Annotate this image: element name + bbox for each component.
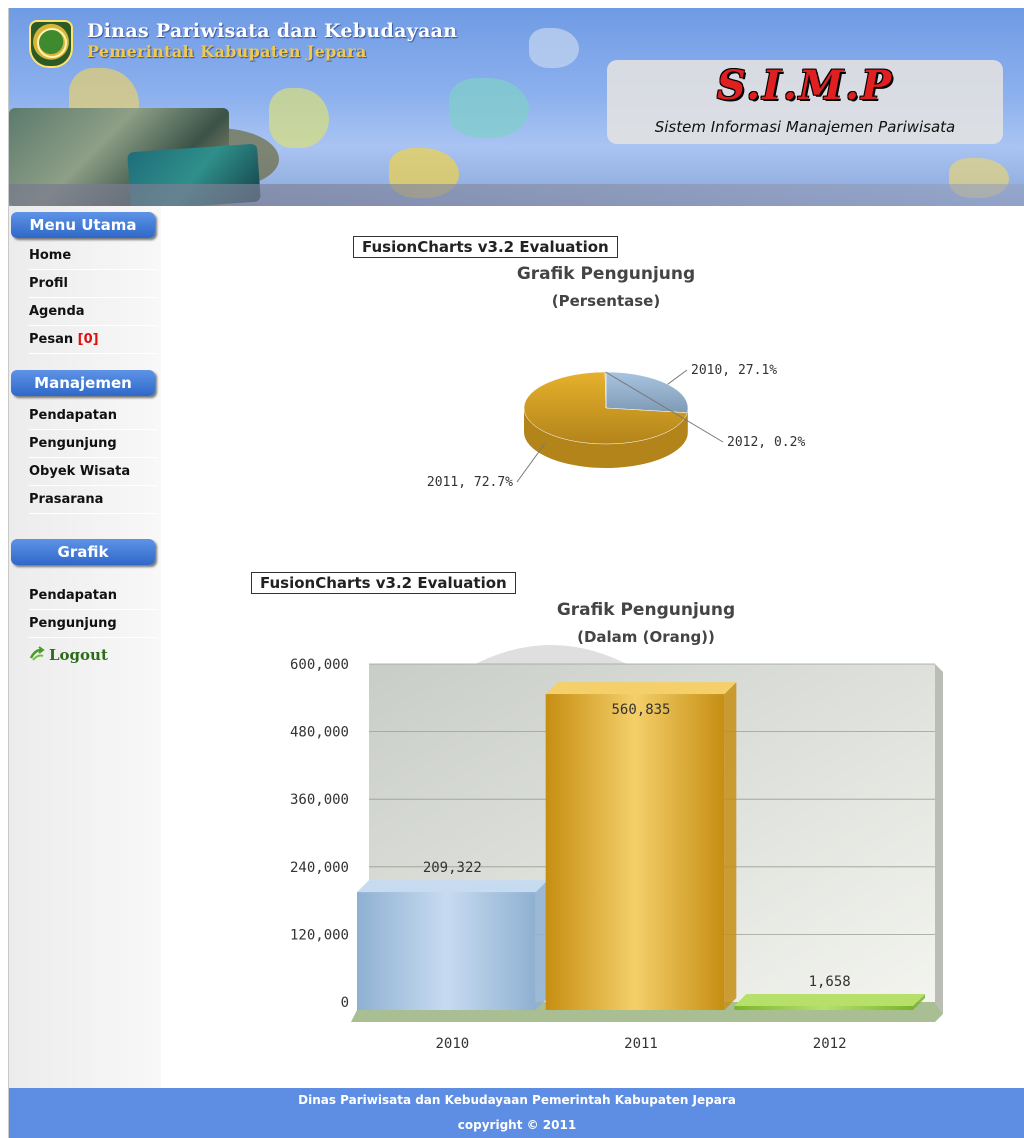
bar-eval-notice: FusionCharts v3.2 Evaluation <box>251 572 516 594</box>
message-count-badge: [0] <box>77 332 99 347</box>
bar-2010 <box>357 892 536 1010</box>
bar-value-label: 209,322 <box>423 860 482 876</box>
logout-icon <box>29 646 45 661</box>
pie-leader-2011 <box>516 443 546 483</box>
bar-chart: 0 120,000 240,000 360,000 480,000 600,000 209,… <box>290 657 943 1052</box>
bar-top-2012 <box>734 994 925 1006</box>
section-menu-utama: Menu Utama <box>11 212 155 238</box>
pie-chart-subtitle: (Persentase) <box>551 292 661 310</box>
nav-grafik-pendapatan[interactable]: Pendapatan <box>29 582 157 610</box>
footer-copyright: copyright © 2011 <box>457 1118 577 1132</box>
section-manajemen: Manajemen <box>11 370 155 396</box>
bar-2012 <box>734 1006 913 1010</box>
pie-leader-2010 <box>667 369 688 385</box>
app-title: S.I.M.P <box>716 62 894 109</box>
pie-eval-notice: FusionCharts v3.2 Evaluation <box>353 236 618 258</box>
pie-label-2012: 2012, 0.2% <box>727 435 805 450</box>
y-tick-label: 360,000 <box>290 792 349 808</box>
nav-obyek-wisata[interactable]: Obyek Wisata <box>29 458 157 486</box>
nav-pesan-label: Pesan <box>29 332 78 347</box>
nav-agenda[interactable]: Agenda <box>29 298 157 326</box>
pie-label-2010: 2010, 27.1% <box>691 363 777 378</box>
nav-prasarana[interactable]: Prasarana <box>29 486 157 514</box>
bar-value-label: 1,658 <box>809 974 851 990</box>
nav-pesan[interactable]: Pesan [0] <box>29 326 157 354</box>
pie-label-2011: 2011, 72.7% <box>427 475 513 490</box>
bar-2011 <box>545 694 725 1010</box>
bar-side-2011 <box>724 682 737 1010</box>
app-title-box: S.I.M.P Sistem Informasi Manajemen Pariw… <box>607 60 1003 144</box>
org-subname: Pemerintah Kabupaten Jepara <box>87 42 367 61</box>
y-tick-label: 240,000 <box>290 860 349 876</box>
bar-top-2011 <box>545 682 737 695</box>
footer-org: Dinas Pariwisata dan Kebudayaan Pemerint… <box>298 1093 736 1107</box>
x-tick-label: 2012 <box>813 1036 847 1052</box>
section-grafik: Grafik <box>11 539 155 565</box>
bar-chart-title: Grafik Pengunjung <box>556 600 736 620</box>
nav-manajemen-pendapatan[interactable]: Pendapatan <box>29 402 157 430</box>
pie-chart: 2010, 27.1% 2011, 72.7% 2012, 0.2% <box>427 363 806 490</box>
main-content: FusionCharts v3.2 Evaluation Grafik Peng… <box>161 206 1024 1088</box>
header-banner: Dinas Pariwisata dan Kebudayaan Pemerint… <box>9 8 1024 206</box>
org-name: Dinas Pariwisata dan Kebudayaan <box>87 20 458 42</box>
y-tick-label: 120,000 <box>290 927 349 943</box>
nav-profil[interactable]: Profil <box>29 270 157 298</box>
nav-home[interactable]: Home <box>29 242 157 270</box>
bar-chart-subtitle: (Dalam (Orang)) <box>577 628 715 646</box>
y-tick-label: 0 <box>341 995 349 1011</box>
y-tick-label: 480,000 <box>290 725 349 741</box>
sidebar: Menu Utama Home Profil Agenda Pesan [0] … <box>9 206 161 1088</box>
x-tick-label: 2011 <box>624 1036 658 1052</box>
nav-manajemen-pengunjung[interactable]: Pengunjung <box>29 430 157 458</box>
nav-grafik-pengunjung[interactable]: Pengunjung <box>29 610 157 638</box>
logout-label: Logout <box>49 646 108 664</box>
x-tick-label: 2010 <box>435 1036 469 1052</box>
jepara-logo <box>29 20 73 68</box>
y-tick-label: 600,000 <box>290 657 349 673</box>
app-subtitle: Sistem Informasi Manajemen Pariwisata <box>654 118 956 136</box>
footer: Dinas Pariwisata dan Kebudayaan Pemerint… <box>9 1088 1024 1138</box>
plot-side-wall <box>935 664 943 1014</box>
page-frame: Dinas Pariwisata dan Kebudayaan Pemerint… <box>8 8 1024 1138</box>
pie-chart-title: Grafik Pengunjung <box>516 264 696 284</box>
logout-link[interactable]: Logout <box>29 646 108 664</box>
bar-top-2010 <box>357 880 548 893</box>
bar-value-label: 560,835 <box>611 702 670 718</box>
